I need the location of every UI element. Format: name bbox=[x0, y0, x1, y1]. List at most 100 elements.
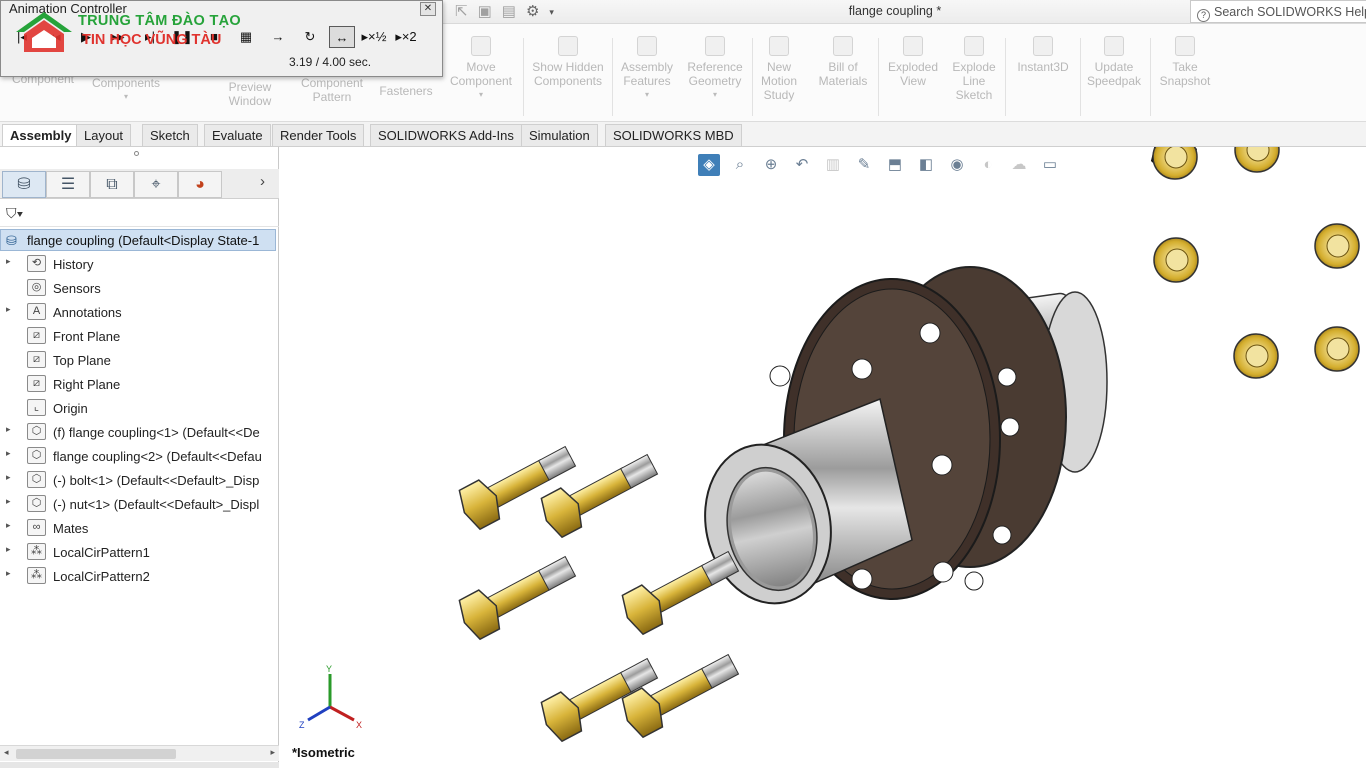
view-orientation-cube-icon[interactable]: ◈ bbox=[698, 154, 720, 176]
ribbon-button-9[interactable]: New Motion Study bbox=[754, 36, 804, 102]
bolt[interactable] bbox=[454, 547, 581, 642]
view-settings-icon[interactable]: ▭ bbox=[1039, 154, 1061, 176]
nut[interactable] bbox=[1314, 326, 1360, 372]
expand-arrow-icon[interactable]: ▸ bbox=[6, 424, 11, 435]
pane-collapse-handle[interactable] bbox=[134, 151, 139, 156]
ribbon-button-3[interactable]: Component Pattern bbox=[292, 76, 372, 104]
assembly-3d-model[interactable] bbox=[280, 147, 1366, 768]
ribbon-button-4[interactable]: Fasteners bbox=[374, 84, 438, 98]
nut[interactable] bbox=[1314, 223, 1360, 269]
tab-evaluate[interactable]: Evaluate bbox=[204, 124, 271, 146]
hide-show-items-icon[interactable]: ◉ bbox=[946, 154, 968, 176]
expand-arrow-icon[interactable]: ▸ bbox=[6, 520, 11, 531]
ribbon-button-1[interactable]: Components ▾ bbox=[86, 76, 166, 104]
tab-assembly[interactable]: Assembly bbox=[2, 124, 80, 146]
edit-appearance-icon[interactable]: ◐ bbox=[977, 154, 999, 176]
pattern-icon: ⁂ bbox=[27, 567, 46, 584]
search-help-input[interactable]: ? Search SOLIDWORKS Help bbox=[1190, 0, 1366, 23]
scroll-left-icon[interactable]: ◂ bbox=[4, 747, 9, 758]
ribbon-button-14[interactable]: Update Speedpak bbox=[1082, 36, 1146, 88]
ribbon-button-6[interactable]: Show Hidden Components bbox=[528, 36, 608, 88]
expand-arrow-icon[interactable]: ▸ bbox=[6, 544, 11, 555]
tree-root-assembly[interactable]: ⛁ flange coupling (Default<Display State… bbox=[0, 229, 276, 251]
graphics-area[interactable]: ◈ ⌕ ⊕ ↶ ▥ ✎ ⬒ ◧ ◉ ◐ ☁ ▭ Y X Z *Isometric bbox=[280, 147, 1366, 768]
loop-icon[interactable]: ↻ bbox=[297, 26, 323, 48]
scrollbar-thumb[interactable] bbox=[16, 749, 176, 759]
tree-item[interactable]: ▸ ⁂ LocalCirPattern2 bbox=[0, 565, 276, 587]
apply-scene-icon[interactable]: ☁ bbox=[1008, 154, 1030, 176]
close-icon[interactable]: ✕ bbox=[420, 2, 436, 16]
tree-item[interactable]: ▸ ⁂ LocalCirPattern1 bbox=[0, 541, 276, 563]
dimxpert-tab-icon[interactable]: ⌖ bbox=[134, 171, 178, 198]
tree-item[interactable]: ⌞ Origin bbox=[0, 397, 276, 419]
tab-sketch[interactable]: Sketch bbox=[142, 124, 198, 146]
select-icon[interactable]: ⇱ bbox=[455, 2, 468, 22]
configuration-manager-tab-icon[interactable]: ⧉ bbox=[90, 171, 134, 198]
tree-item[interactable]: ▸ ⬡ flange coupling<2> (Default<<Defau bbox=[0, 445, 276, 467]
filter-icon[interactable]: ⛉▾ bbox=[6, 205, 23, 222]
ribbon-button-8[interactable]: Reference Geometry ▾ bbox=[682, 36, 748, 102]
bolt[interactable] bbox=[617, 645, 744, 740]
tab-solidworks-add-ins[interactable]: SOLIDWORKS Add-Ins bbox=[370, 124, 522, 146]
previous-view-icon[interactable]: ↶ bbox=[791, 154, 813, 176]
expand-arrow-icon[interactable]: ▸ bbox=[6, 496, 11, 507]
tree-item[interactable]: ▸ A Annotations bbox=[0, 301, 276, 323]
nut[interactable] bbox=[1151, 147, 1198, 180]
ribbon-label: New Motion Study bbox=[760, 60, 798, 102]
tree-item[interactable]: ▸ ⬡ (-) bolt<1> (Default<<Default>_Disp bbox=[0, 469, 276, 491]
tree-item[interactable]: ⧄ Top Plane bbox=[0, 349, 276, 371]
print-icon[interactable]: ▣ bbox=[478, 2, 492, 22]
tab-render-tools[interactable]: Render Tools bbox=[272, 124, 365, 146]
ribbon-label: Component Pattern bbox=[300, 76, 364, 104]
ribbon-button-2[interactable]: Preview Window bbox=[220, 80, 280, 108]
ribbon-button-13[interactable]: Instant3D bbox=[1008, 36, 1078, 74]
zoom-to-area-icon[interactable]: ⊕ bbox=[760, 154, 782, 176]
tree-item[interactable]: ◎ Sensors bbox=[0, 277, 276, 299]
display-manager-tab-icon[interactable]: ◕ bbox=[178, 171, 222, 198]
ribbon-separator bbox=[1005, 38, 1006, 116]
scroll-right-icon[interactable]: ▸ bbox=[270, 747, 275, 758]
zoom-to-fit-icon[interactable]: ⌕ bbox=[729, 154, 751, 176]
chevron-down-icon[interactable]: ▾ bbox=[549, 2, 554, 22]
expand-arrow-icon[interactable]: ▸ bbox=[6, 448, 11, 459]
nut[interactable] bbox=[1153, 237, 1199, 283]
ribbon-button-11[interactable]: Exploded View bbox=[880, 36, 946, 88]
file-properties-icon[interactable]: ▤ bbox=[502, 2, 516, 22]
expand-arrow-icon[interactable]: ▸ bbox=[6, 568, 11, 579]
nut[interactable] bbox=[1233, 333, 1279, 379]
dynamic-annotation-icon[interactable]: ✎ bbox=[853, 154, 875, 176]
section-view-icon[interactable]: ▥ bbox=[822, 154, 844, 176]
chevron-right-icon[interactable]: › bbox=[260, 173, 265, 190]
tab-solidworks-mbd[interactable]: SOLIDWORKS MBD bbox=[605, 124, 742, 146]
ribbon-button-15[interactable]: Take Snapshot bbox=[1152, 36, 1218, 88]
options-gear-icon[interactable]: ⚙ bbox=[526, 2, 539, 22]
instant3d-icon bbox=[1033, 36, 1053, 56]
reciprocate-icon[interactable]: ↔ bbox=[329, 26, 355, 48]
bolt[interactable] bbox=[617, 542, 744, 637]
tree-item[interactable]: ▸ ⬡ (-) nut<1> (Default<<Default>_Displ bbox=[0, 493, 276, 515]
nut[interactable] bbox=[1234, 147, 1280, 173]
display-style-icon[interactable]: ◧ bbox=[915, 154, 937, 176]
ribbon-button-12[interactable]: Explode Line Sketch bbox=[946, 36, 1002, 102]
speed-half-button[interactable]: ▸×½ bbox=[361, 26, 387, 48]
tree-item[interactable]: ⧄ Right Plane bbox=[0, 373, 276, 395]
feature-tree-filter[interactable]: ⛉▾ bbox=[0, 201, 279, 227]
feature-manager-tab-icon[interactable]: ⛁ bbox=[2, 171, 46, 198]
tree-item[interactable]: ▸ ⟲ History bbox=[0, 253, 276, 275]
expand-arrow-icon[interactable]: ▸ bbox=[6, 304, 11, 315]
tree-item[interactable]: ▸ ∞ Mates bbox=[0, 517, 276, 539]
ribbon-button-5[interactable]: Move Component ▾ bbox=[446, 36, 516, 102]
ribbon-button-10[interactable]: Bill of Materials bbox=[810, 36, 876, 88]
normal-playback-icon[interactable]: → bbox=[265, 26, 291, 48]
tab-layout[interactable]: Layout bbox=[76, 124, 132, 146]
ribbon-button-7[interactable]: Assembly Features ▾ bbox=[614, 36, 680, 102]
tree-item[interactable]: ⧄ Front Plane bbox=[0, 325, 276, 347]
horizontal-scrollbar[interactable]: ◂ ▸ bbox=[0, 745, 279, 761]
property-manager-tab-icon[interactable]: ☰ bbox=[46, 171, 90, 198]
expand-arrow-icon[interactable]: ▸ bbox=[6, 256, 11, 267]
speed-double-button[interactable]: ▸×2 bbox=[393, 26, 419, 48]
view-orientation-icon[interactable]: ⬒ bbox=[884, 154, 906, 176]
tab-simulation[interactable]: Simulation bbox=[521, 124, 598, 146]
expand-arrow-icon[interactable]: ▸ bbox=[6, 472, 11, 483]
tree-item[interactable]: ▸ ⬡ (f) flange coupling<1> (Default<<De bbox=[0, 421, 276, 443]
